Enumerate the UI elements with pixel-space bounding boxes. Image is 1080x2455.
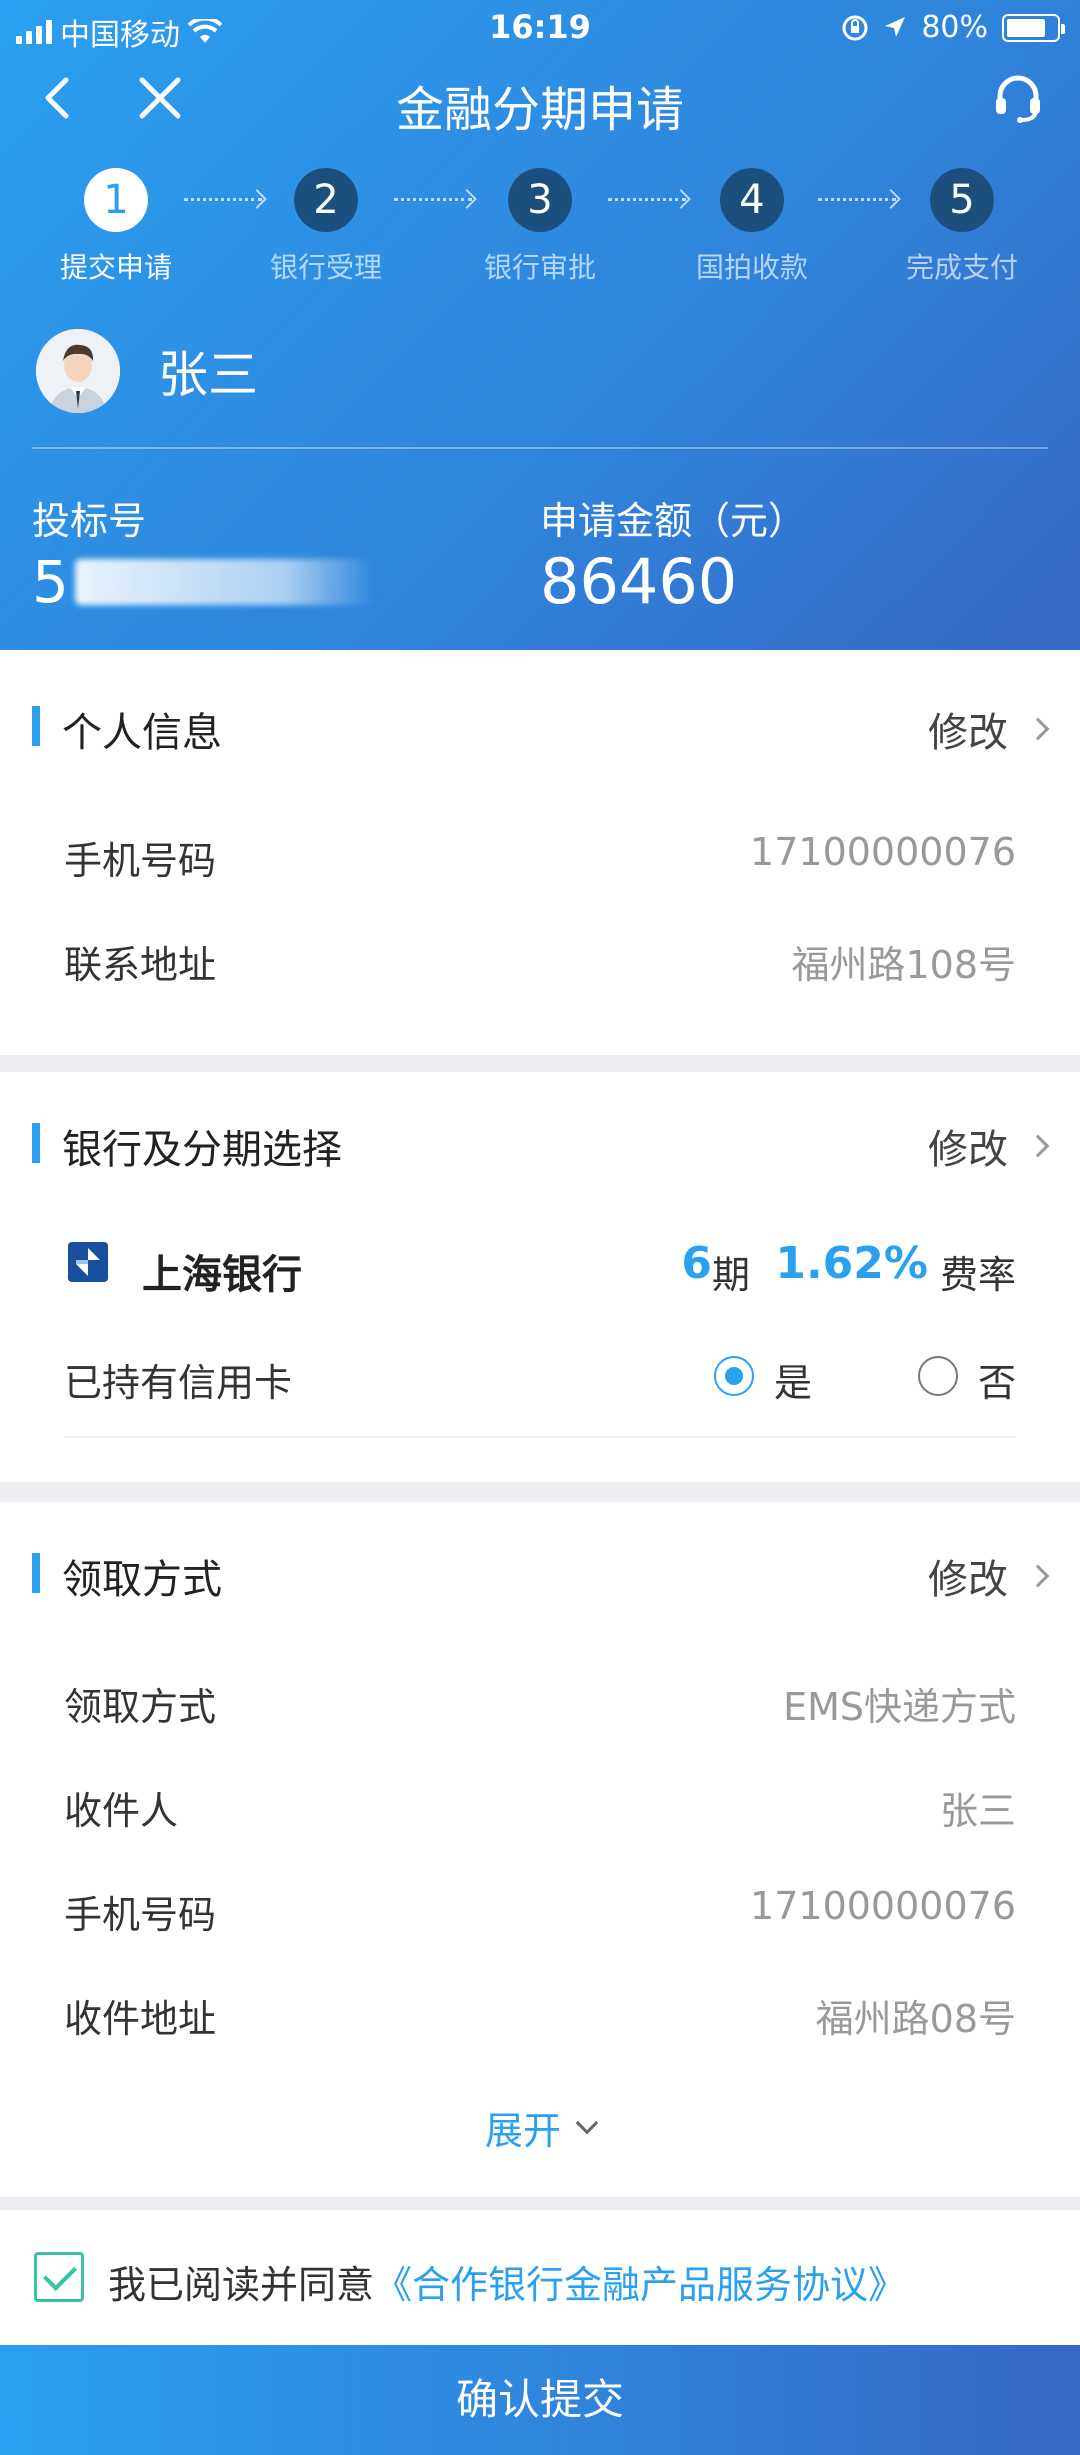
expand-label: 展开 [484, 2109, 561, 2153]
user-name: 张三 [158, 346, 258, 404]
status-right: 80% [841, 10, 1065, 45]
recipient-label: 收件人 [64, 1789, 179, 1833]
step-label: 完成支付 [905, 251, 1018, 284]
recipient-value: 张三 [939, 1789, 1016, 1833]
amount-value: 86460 [540, 545, 738, 618]
pickup-method-edit-button[interactable]: 修改 [928, 1547, 1050, 1605]
step-number: 2 [294, 168, 358, 232]
credit-card-label: 已持有信用卡 [64, 1361, 293, 1405]
row-divider [64, 1436, 1016, 1438]
step-4: 4 国拍收款 [662, 168, 842, 286]
edit-label: 修改 [928, 1127, 1008, 1173]
shanghai-bank-logo-icon [68, 1242, 108, 1282]
personal-info-edit-button[interactable]: 修改 [928, 700, 1050, 758]
address-value: 福州路108号 [791, 943, 1016, 987]
step-number: 5 [930, 168, 994, 232]
pickup-method-card: 领取方式 修改 领取方式 EMS快递方式 收件人 张三 手机号码 1710000… [0, 1502, 1080, 2197]
agreement-checkbox[interactable] [34, 2252, 84, 2302]
recipient-address-label: 收件地址 [64, 1997, 217, 2041]
progress-steps: 1 提交申请 2 银行受理 3 银行审批 4 国拍收款 5 完成支付 [0, 168, 1080, 288]
edit-label: 修改 [928, 710, 1008, 756]
period-unit: 期 [711, 1253, 750, 1297]
submit-button[interactable]: 确认提交 [0, 2345, 1080, 2455]
step-number: 3 [508, 168, 572, 232]
pickup-method-value: EMS快递方式 [783, 1685, 1016, 1729]
recipient-phone-value: 17100000076 [750, 1884, 1016, 1928]
step-3: 3 银行审批 [450, 168, 630, 286]
agreement-prefix: 我已阅读并同意 [108, 2263, 375, 2307]
user-avatar-icon [36, 329, 120, 413]
agreement-text: 我已阅读并同意《合作银行金融产品服务协议》 [108, 2254, 906, 2309]
step-label: 银行受理 [269, 251, 382, 284]
chevron-down-icon [575, 2111, 599, 2134]
avatar [36, 329, 120, 413]
step-5: 5 完成支付 [872, 168, 1052, 286]
bank-selection-title: 银行及分期选择 [32, 1117, 342, 1175]
status-bar: 中国移动 16:19 80% [0, 0, 1080, 56]
chevron-right-icon [1026, 1134, 1050, 1158]
bid-number-label: 投标号 [32, 499, 147, 543]
phone-label: 手机号码 [64, 839, 217, 883]
redacted-mask [74, 559, 375, 605]
battery-icon [1002, 13, 1065, 42]
period-count: 6 [681, 1238, 712, 1289]
rotation-lock-icon [842, 15, 868, 40]
page-title: 金融分期申请 [395, 82, 684, 138]
bid-number-value: 5 [32, 548, 375, 616]
credit-card-yes-radio[interactable] [714, 1356, 754, 1396]
bid-number-text: 5 [32, 548, 69, 616]
step-label: 国拍收款 [695, 251, 808, 284]
credit-card-no-radio[interactable] [918, 1356, 958, 1396]
chevron-right-icon [1026, 1564, 1050, 1588]
chevron-right-icon [1026, 717, 1050, 741]
location-icon [885, 16, 906, 37]
bank-selection-card: 银行及分期选择 修改 上海银行 6 期 1.62% 费率 已持有信用卡 是 否 [0, 1072, 1080, 1482]
recipient-address-value: 福州路08号 [815, 1997, 1016, 2041]
agreement-link[interactable]: 《合作银行金融产品服务协议》 [374, 2263, 906, 2307]
credit-card-yes-label: 是 [774, 1361, 813, 1405]
step-1: 1 提交申请 [26, 168, 206, 286]
phone-value: 17100000076 [750, 830, 1016, 874]
header-divider [32, 447, 1048, 449]
personal-info-title: 个人信息 [32, 700, 222, 758]
step-label: 银行审批 [483, 251, 596, 284]
step-number: 1 [84, 168, 148, 232]
amount-label: 申请金额（元） [540, 499, 807, 543]
step-2: 2 银行受理 [236, 168, 416, 286]
recipient-phone-label: 手机号码 [64, 1893, 217, 1937]
header: 中国移动 16:19 80% 金融分期申请 1 提交申请 2 银行受理 3 银行… [0, 0, 1080, 650]
customer-service-icon[interactable] [992, 72, 1044, 124]
agreement-row: 我已阅读并同意《合作银行金融产品服务协议》 [0, 2210, 1080, 2345]
personal-info-card: 个人信息 修改 手机号码 17100000076 联系地址 福州路108号 [0, 650, 1080, 1055]
fee-rate-label: 费率 [939, 1253, 1016, 1297]
edit-label: 修改 [928, 1557, 1008, 1603]
credit-card-no-label: 否 [978, 1361, 1017, 1405]
pickup-method-title: 领取方式 [32, 1547, 222, 1605]
battery-percent: 80% [921, 10, 988, 45]
expand-button[interactable]: 展开 [0, 2100, 1080, 2155]
step-label: 提交申请 [59, 251, 172, 284]
bank-name: 上海银行 [142, 1252, 302, 1298]
pickup-method-label: 领取方式 [64, 1685, 217, 1729]
step-number: 4 [720, 168, 784, 232]
bank-selection-edit-button[interactable]: 修改 [928, 1117, 1050, 1175]
user-info: 张三 [36, 328, 258, 414]
fee-rate-value: 1.62% [775, 1238, 928, 1289]
address-label: 联系地址 [64, 943, 217, 987]
page: 中国移动 16:19 80% 金融分期申请 1 提交申请 2 银行受理 3 银行… [0, 0, 1080, 2455]
